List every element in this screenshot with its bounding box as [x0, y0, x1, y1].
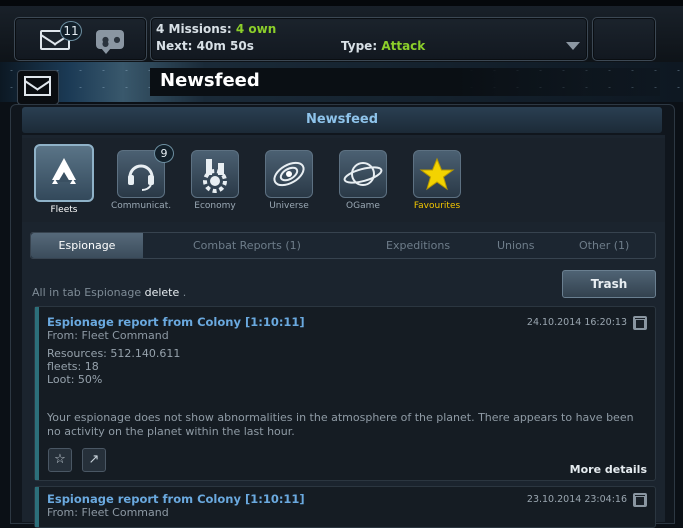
- message-from: From: Fleet Command: [47, 506, 169, 519]
- category-fleets[interactable]: Fleets: [34, 144, 94, 215]
- tab-unions[interactable]: Unions: [497, 233, 535, 258]
- message-title[interactable]: Espionage report from Colony [1:10:11]: [47, 315, 305, 329]
- type-value: Attack: [381, 39, 426, 53]
- more-details-link[interactable]: More details: [570, 463, 647, 476]
- next-label: Next:: [156, 39, 193, 53]
- planet-icon: [339, 150, 387, 198]
- tab-bar: Espionage Combat Reports (1) Expeditions…: [30, 232, 656, 259]
- message-date: 24.10.2014 16:20:13: [526, 317, 627, 328]
- favourite-star-icon[interactable]: ☆: [48, 448, 72, 472]
- message-title[interactable]: Espionage report from Colony [1:10:11]: [47, 492, 305, 506]
- galaxy-icon: [265, 150, 313, 198]
- category-universe-label: Universe: [269, 201, 309, 211]
- factory-gear-icon: [191, 150, 239, 198]
- right-panel: [592, 17, 656, 61]
- message-item: Espionage report from Colony [1:10:11] F…: [34, 306, 656, 481]
- tab-other[interactable]: Other (1): [579, 233, 629, 258]
- category-favourites[interactable]: Favourites: [407, 150, 467, 211]
- trash-icon[interactable]: [633, 316, 647, 330]
- category-ogame[interactable]: OGame: [333, 150, 393, 211]
- message-date: 23.10.2014 23:04:16: [526, 494, 627, 505]
- category-fleets-label: Fleets: [50, 205, 78, 215]
- mail-count-badge: 11: [60, 21, 82, 41]
- missions-count: 4 Missions:: [156, 22, 232, 36]
- tab-espionage[interactable]: Espionage: [31, 233, 143, 258]
- category-economy-label: Economy: [194, 201, 236, 211]
- all-in-tab-line: All in tab Espionage delete .: [32, 286, 186, 299]
- communication-badge: 9: [154, 144, 174, 163]
- envelope-icon: [24, 76, 51, 96]
- message-loot: Loot: 50%: [47, 373, 103, 386]
- all-in-tab-suffix: .: [182, 286, 187, 299]
- next-time: 40m 50s: [196, 39, 254, 53]
- tab-expeditions[interactable]: Expeditions: [386, 233, 450, 258]
- share-icon[interactable]: ↗: [82, 448, 106, 472]
- category-communication-label: Communicat...: [111, 201, 171, 211]
- category-economy[interactable]: Economy: [185, 150, 245, 211]
- message-resources: Resources: 512.140.611: [47, 347, 181, 360]
- category-favourites-label: Favourites: [413, 201, 461, 211]
- fleets-icon: [34, 144, 94, 202]
- newsfeed-header: Newsfeed: [22, 107, 662, 133]
- trash-button[interactable]: Trash: [562, 270, 656, 298]
- top-strip: [0, 0, 683, 6]
- page-title: Newsfeed: [160, 70, 260, 91]
- message-accent-bar: [35, 487, 39, 527]
- missions-own: 4 own: [235, 22, 277, 36]
- message-from: From: Fleet Command: [47, 329, 169, 342]
- type-label: Type:: [341, 39, 378, 53]
- messages-panel: [14, 17, 147, 61]
- chat-icon[interactable]: ● ● ●: [96, 30, 124, 54]
- message-description: Your espionage does not show abnormaliti…: [47, 411, 634, 438]
- all-in-tab-text: All in tab Espionage: [32, 286, 142, 299]
- delete-all-link[interactable]: delete: [145, 286, 180, 299]
- chevron-down-icon[interactable]: [566, 42, 580, 50]
- star-icon: [413, 150, 461, 198]
- category-ogame-label: OGame: [346, 201, 380, 211]
- message-accent-bar: [35, 307, 39, 480]
- tab-combat-reports[interactable]: Combat Reports (1): [193, 233, 301, 258]
- trash-icon[interactable]: [633, 493, 647, 507]
- category-universe[interactable]: Universe: [259, 150, 319, 211]
- message-fleets: fleets: 18: [47, 360, 99, 373]
